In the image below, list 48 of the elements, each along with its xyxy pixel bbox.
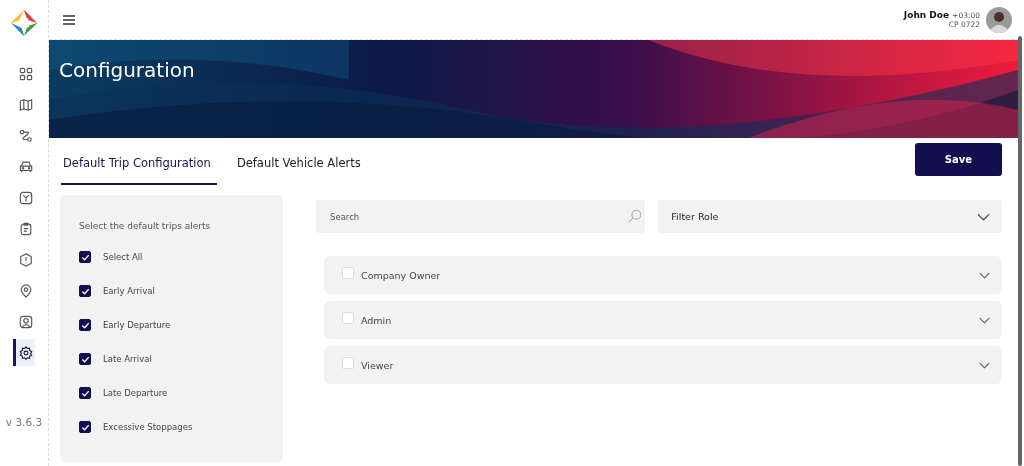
role-dropdown[interactable]: Filter Role: [658, 200, 1002, 233]
checkbox[interactable]: [79, 285, 91, 297]
alert-label: Select All: [103, 252, 143, 262]
checkbox[interactable]: [79, 319, 91, 331]
role-label: Company Owner: [361, 269, 442, 281]
car-icon: [18, 159, 33, 174]
logo-icon: [10, 9, 38, 37]
grid-icon: [18, 66, 33, 81]
alert-icon: [18, 252, 33, 267]
clipboard-icon: [18, 221, 33, 236]
alert-label: Late Arrival: [103, 354, 152, 364]
checkbox[interactable]: [79, 421, 91, 433]
alert-label: Late Departure: [103, 388, 168, 398]
alert-label: Early Arrival: [103, 286, 155, 296]
alert-label: Excessive Stoppages: [103, 422, 193, 432]
role-label: Admin: [361, 314, 393, 326]
user-icon: [18, 314, 33, 329]
menu-button[interactable]: [61, 12, 77, 27]
map-icon: [18, 97, 33, 112]
tab[interactable]: Default Vehicle Alerts: [234, 148, 375, 185]
page-title: Configuration: [58, 57, 196, 82]
nav-item[interactable]: [13, 339, 35, 366]
role-row[interactable]: Viewer: [324, 346, 1002, 384]
search-icon: [628, 209, 643, 223]
pin-icon: [18, 283, 33, 298]
chevron-icon: [977, 212, 990, 221]
box-icon: [18, 190, 33, 205]
user-name: John Doe: [903, 10, 950, 20]
tab[interactable]: Default Trip Configuration: [61, 148, 217, 185]
role-row[interactable]: Company Owner: [324, 256, 1002, 294]
checkbox[interactable]: [79, 251, 91, 263]
chevron-icon[interactable]: [979, 271, 990, 279]
search-field[interactable]: Search: [316, 200, 646, 233]
version-label: v 3.6.3: [5, 416, 43, 428]
panel-heading: Select the default trips alerts: [79, 221, 212, 231]
checkbox[interactable]: [79, 353, 91, 365]
checkbox[interactable]: [79, 387, 91, 399]
chevron-icon[interactable]: [979, 316, 990, 324]
save-button[interactable]: Save: [915, 143, 1002, 176]
alert-label: Early Departure: [103, 320, 171, 330]
menu-icon: [63, 14, 75, 25]
route-icon: [18, 128, 33, 143]
avatar-icon[interactable]: [986, 6, 1012, 33]
role-label: Viewer: [361, 359, 395, 371]
settings-icon: [18, 345, 33, 360]
chevron-icon[interactable]: [979, 361, 990, 369]
role-row[interactable]: Admin: [324, 301, 1002, 339]
scrollbar[interactable]: [1018, 36, 1022, 466]
